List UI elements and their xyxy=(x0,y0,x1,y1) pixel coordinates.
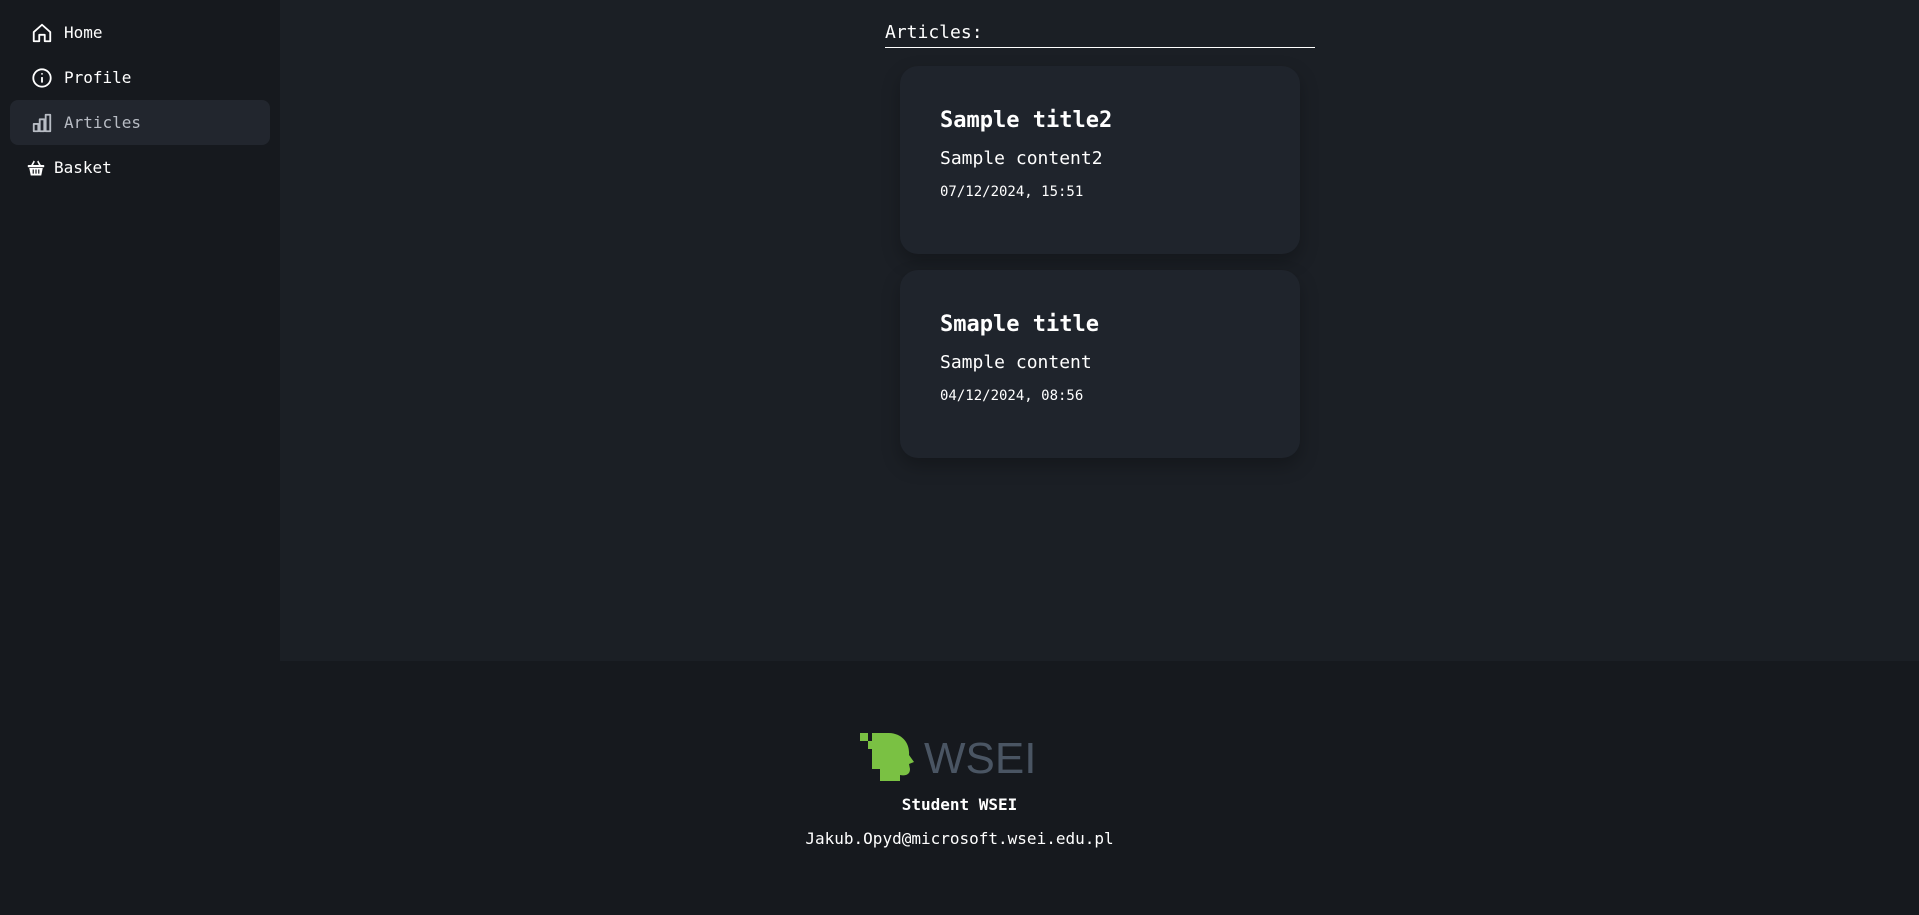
sidebar-item-basket[interactable]: Basket xyxy=(10,145,270,190)
article-title: Sample title2 xyxy=(940,108,1113,133)
footer-email: Jakub.Opyd@microsoft.wsei.edu.pl xyxy=(805,829,1114,848)
logo-head-icon xyxy=(860,733,914,781)
basket-icon xyxy=(26,156,46,180)
bar-chart-icon xyxy=(30,111,54,135)
article-card[interactable]: Sample title2 Sample content2 07/12/2024… xyxy=(900,66,1300,254)
articles-page: Articles: Sample title2 Sample content2 … xyxy=(280,0,1919,661)
footer: WSEI Student WSEI Jakub.Opyd@microsoft.w… xyxy=(0,661,1919,915)
sidebar-item-label: Profile xyxy=(64,68,132,87)
info-icon xyxy=(30,66,54,90)
article-content: Sample content xyxy=(940,352,1092,374)
sidebar-item-label: Basket xyxy=(54,158,112,177)
home-icon xyxy=(30,21,54,45)
article-content: Sample content2 xyxy=(940,148,1103,170)
article-card[interactable]: Smaple title Sample content 04/12/2024, … xyxy=(900,270,1300,458)
app-root: Home Profile Articles Basket Articles: S… xyxy=(0,0,1919,915)
svg-text:WSEI: WSEI xyxy=(924,734,1036,783)
sidebar-item-articles[interactable]: Articles xyxy=(10,100,270,145)
sidebar-item-label: Articles xyxy=(64,113,142,132)
footer-name: Student WSEI xyxy=(901,795,1018,814)
article-date: 04/12/2024, 08:56 xyxy=(940,387,1084,404)
article-title: Smaple title xyxy=(940,312,1099,337)
sidebar: Home Profile Articles Basket xyxy=(0,0,280,661)
sidebar-item-home[interactable]: Home xyxy=(10,10,270,55)
sidebar-item-label: Home xyxy=(64,23,103,42)
wsei-logo: WSEI xyxy=(858,729,1063,784)
article-date: 07/12/2024, 15:51 xyxy=(940,183,1084,200)
page-title: Articles: xyxy=(885,22,1315,48)
sidebar-item-profile[interactable]: Profile xyxy=(10,55,270,100)
